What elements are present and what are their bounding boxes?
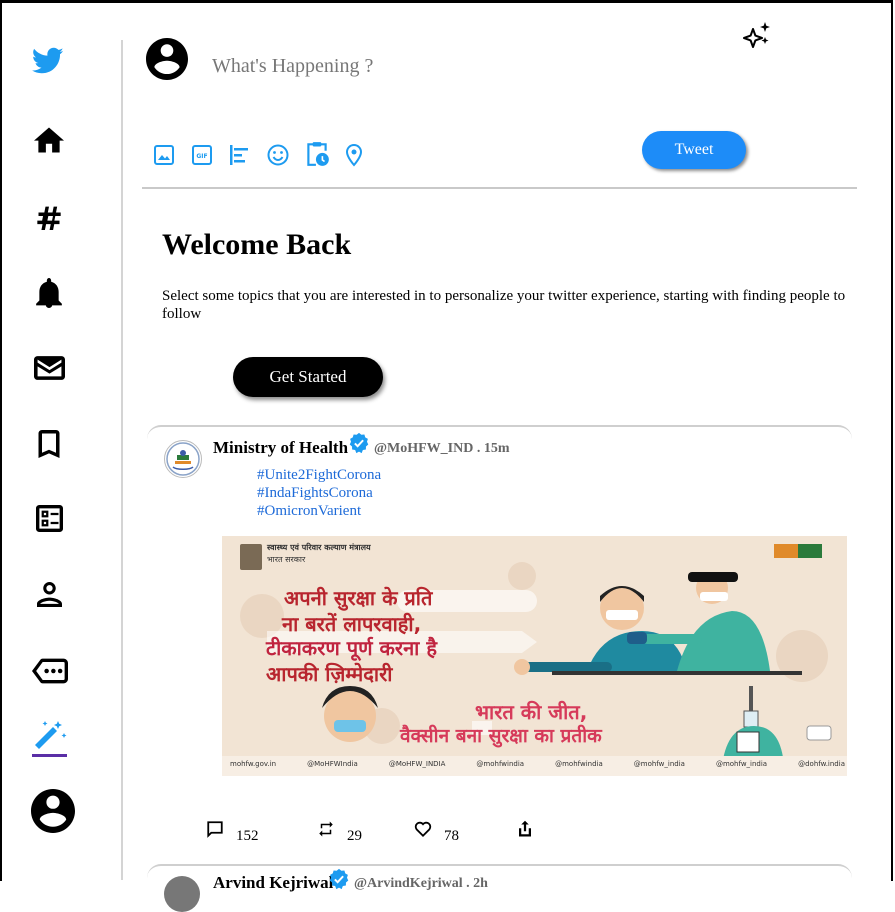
tweet-button[interactable]: Tweet <box>642 131 746 169</box>
post-author-name[interactable]: Ministry of Health <box>213 438 348 458</box>
poster-subheader: भारत सरकार <box>267 555 306 564</box>
welcome-text: Select some topics that you are interest… <box>162 288 846 322</box>
verified-badge-icon <box>349 432 369 454</box>
get-started-button[interactable]: Get Started <box>233 357 383 397</box>
twitter-logo-icon[interactable] <box>32 47 64 75</box>
poster-footer-item: @mohfwindia <box>476 760 525 768</box>
ministry-logo-icon <box>166 442 200 476</box>
post-hashtags: #Unite2FightCorona #IndaFightsCorona #Om… <box>257 466 381 520</box>
person-icon[interactable] <box>37 582 62 607</box>
hashtag-link[interactable]: #Unite2FightCorona <box>257 466 381 484</box>
bell-icon[interactable] <box>36 278 62 308</box>
sidebar-nav <box>0 0 122 883</box>
poster-footer-item: mohfw.gov.in <box>230 760 277 768</box>
mail-icon[interactable] <box>34 356 65 380</box>
post-avatar[interactable] <box>164 876 200 912</box>
list-icon[interactable] <box>36 505 63 532</box>
retweet-button[interactable]: 29 <box>317 820 362 844</box>
poster-footer-item: @MoHFW_INDIA <box>388 760 446 768</box>
home-icon[interactable] <box>34 126 64 154</box>
poster-line: टीकाकरण पूर्ण करना है <box>266 636 437 660</box>
post-handle: @MoHFW_IND . 15m <box>374 441 510 456</box>
magic-wand-icon[interactable] <box>33 719 67 751</box>
like-button[interactable]: 78 <box>414 820 459 844</box>
like-count: 78 <box>444 828 459 844</box>
post-avatar[interactable] <box>164 440 202 478</box>
poster-footer-item: @mohfw_india <box>633 760 685 768</box>
comment-icon <box>207 821 223 838</box>
poster-footer: mohfw.gov.in @MoHFWIndia @MoHFW_INDIA @m… <box>230 760 845 768</box>
retweet-icon <box>319 821 333 837</box>
active-nav-underline <box>32 754 67 757</box>
poster-line: भारत की जीत, <box>475 700 588 724</box>
post-author-name[interactable]: Arvind Kejriwal <box>213 873 333 893</box>
poll-icon[interactable] <box>228 143 252 167</box>
emoji-icon[interactable] <box>266 143 290 167</box>
sidebar-divider <box>121 40 123 880</box>
more-icon[interactable] <box>32 658 68 684</box>
post-image[interactable]: स्वास्थ्य एवं परिवार कल्याण मंत्रालय भार… <box>222 536 847 776</box>
main-feed: GIF Tweet Welcome Back Select some topic… <box>124 0 895 912</box>
poster-footer-item: @mohfwindia <box>555 760 603 768</box>
bookmark-icon[interactable] <box>38 430 60 458</box>
post-handle: @ArvindKejriwal . 2h <box>354 876 488 891</box>
location-icon[interactable] <box>342 143 366 167</box>
reply-button[interactable]: 152 <box>206 820 259 844</box>
poster-line: आपकी ज़िम्मेदारी <box>266 662 393 686</box>
retweet-count: 29 <box>347 828 362 844</box>
svg-text:GIF: GIF <box>196 153 207 160</box>
compose-avatar-icon <box>146 38 188 80</box>
poster-footer-item: @dohfw.india <box>798 760 845 768</box>
welcome-title: Welcome Back <box>162 228 352 261</box>
account-circle-icon[interactable] <box>31 789 75 833</box>
schedule-icon[interactable] <box>304 140 330 168</box>
poster-line: वैक्सीन बना सुरक्षा का प्रतीक <box>400 725 602 747</box>
image-icon[interactable] <box>152 143 176 167</box>
poster-footer-item: @mohfw_india <box>715 760 768 768</box>
verified-badge-icon <box>329 868 349 890</box>
compose-input[interactable] <box>210 54 614 79</box>
poster-header: स्वास्थ्य एवं परिवार कल्याण मंत्रालय <box>267 543 371 552</box>
heart-icon <box>414 821 432 838</box>
compose-divider <box>142 187 857 189</box>
hashtag-icon[interactable] <box>35 202 63 230</box>
sparkle-icon[interactable] <box>742 20 774 52</box>
gif-icon[interactable]: GIF <box>190 143 214 167</box>
hashtag-link[interactable]: #IndaFightsCorona <box>257 484 381 502</box>
poster-line: अपनी सुरक्षा के प्रति <box>284 586 433 610</box>
poster-line: ना बरतें लापरवाही, <box>282 612 422 636</box>
share-icon[interactable] <box>516 820 534 838</box>
hashtag-link[interactable]: #OmicronVarient <box>257 502 381 520</box>
poster-footer-item: @MoHFWIndia <box>307 760 358 768</box>
reply-count: 152 <box>236 828 259 844</box>
